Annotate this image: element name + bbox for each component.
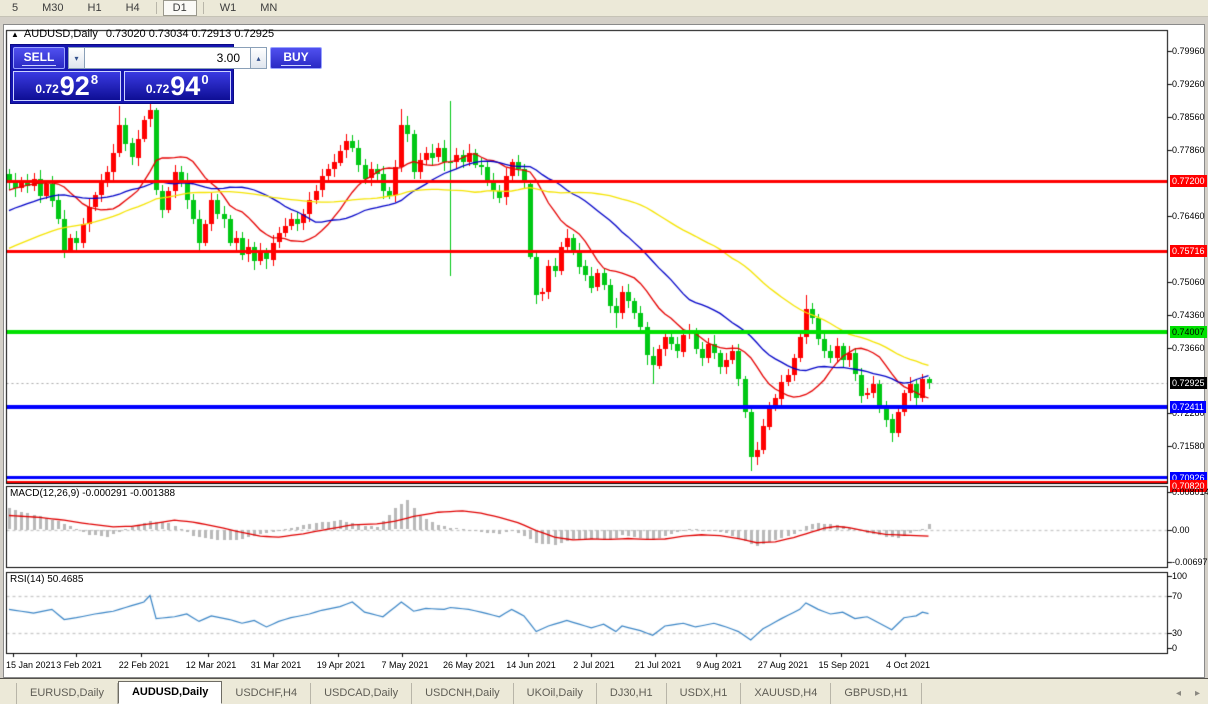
date-axis[interactable]: 15 Jan 2021 3 Feb 2021 22 Feb 2021 12 Mar 2… [4,658,1168,674]
buy-price-box[interactable]: 0.72 94 0 [123,71,231,101]
collapse-arrow-icon[interactable]: ▲ [11,30,19,39]
date-tick-label: 9 Aug 2021 [696,660,742,670]
tab-audusd-daily[interactable]: AUDUSD,Daily [117,681,223,704]
price-chart-canvas[interactable] [4,25,1204,677]
rsi-indicator-label: RSI(14) 50.4685 [10,574,84,585]
buy-price-pip: 0 [201,72,209,87]
date-tick-label: 4 Oct 2021 [885,660,931,670]
price-level-label: 0.77200 [1170,175,1207,187]
price-level-label: 0.75716 [1170,245,1207,257]
date-tick-label: 3 Feb 2021 [56,660,102,670]
date-tick-label: 22 Feb 2021 [118,660,170,670]
price-axis[interactable]: 0.79960 0.79260 0.78560 0.77860 0.76460 0.750… [1170,25,1208,679]
tab-ukoil-daily[interactable]: UKOil,Daily [514,683,597,704]
volume-increase-button[interactable]: ▴ [250,47,267,69]
tf-button-5[interactable]: 5 [2,0,28,16]
sell-price-box[interactable]: 0.72 92 8 [13,71,121,101]
sell-price-prefix: 0.72 [35,82,59,96]
chart-tab-bar: EURUSD,Daily AUDUSD,Daily USDCHF,H4 USDCAD,… [0,678,1208,704]
tf-button-h4[interactable]: H4 [116,0,150,16]
toolbar-separator [155,2,157,14]
tab-dj30-h1[interactable]: DJ30,H1 [597,683,667,704]
tab-scrollers: ◂ ▸ [1176,688,1200,699]
price-tick-label: 0.73660 [1172,343,1205,353]
macd-axis-label: 0.008014 [1172,487,1208,497]
tab-scroll-left-icon[interactable]: ◂ [1176,688,1181,699]
tab-usdx-h1[interactable]: USDX,H1 [667,683,742,704]
timeframe-toolbar: 5 M30 H1 H4 D1 W1 MN [0,0,1208,17]
date-tick-label: 7 May 2021 [381,660,429,670]
chevron-up-icon: ▴ [256,53,261,63]
volume-input[interactable] [85,47,250,69]
date-tick-label: 31 Mar 2021 [250,660,302,670]
date-tick-label: 21 Jul 2021 [634,660,682,670]
sell-button[interactable]: SELL [13,47,65,69]
tab-eurusd-daily[interactable]: EURUSD,Daily [16,683,118,704]
date-tick-label: 2 Jul 2021 [573,660,615,670]
date-tick-label: 15 Sep 2021 [818,660,870,670]
tab-gbpusd-h1[interactable]: GBPUSD,H1 [831,683,922,704]
tf-button-d1[interactable]: D1 [162,0,197,16]
chevron-down-icon: ▾ [74,53,79,63]
macd-axis-label: 0.00 [1172,525,1190,535]
date-tick-label: 26 May 2021 [442,660,496,670]
date-tick-label: 27 Aug 2021 [757,660,809,670]
tab-usdcnh-daily[interactable]: USDCNH,Daily [412,683,514,704]
date-tick-label: 12 Mar 2021 [185,660,237,670]
mt4-terminal: 5 M30 H1 H4 D1 W1 MN ▲ AUDUSD,Daily 0.73020 0.73… [0,0,1208,704]
buy-price-prefix: 0.72 [145,82,170,96]
price-tick-label: 0.77860 [1172,145,1205,155]
price-tick-label: 0.79260 [1172,79,1205,89]
buy-price-main: 94 [170,71,201,101]
price-level-label: 0.72411 [1170,401,1206,413]
tf-button-h1[interactable]: H1 [78,0,112,16]
tab-xauusd-h4[interactable]: XAUUSD,H4 [741,683,832,704]
tab-usdcad-daily[interactable]: USDCAD,Daily [311,683,413,704]
tf-button-w1[interactable]: W1 [210,0,247,16]
tf-button-mn[interactable]: MN [250,0,287,16]
date-tick-label: 14 Jun 2021 [506,660,556,670]
date-tick-label: 15 Jan 2021 [6,660,56,670]
sell-price-pip: 8 [90,72,99,87]
rsi-axis-label: 70 [1172,591,1183,601]
symbol-label: AUDUSD,Daily [23,28,98,40]
rsi-axis-label: 0 [1172,643,1178,653]
price-tick-label: 0.76460 [1172,211,1205,221]
tab-scroll-right-icon[interactable]: ▸ [1195,688,1200,699]
rsi-axis-label: 30 [1172,628,1183,638]
rsi-axis-label: 100 [1172,571,1188,581]
chart-quote-title: ▲ AUDUSD,Daily 0.73020 0.73034 0.72913 0.7… [11,28,274,40]
chart-window: ▲ AUDUSD,Daily 0.73020 0.73034 0.72913 0.7… [3,24,1208,679]
ohlc-values: 0.73020 0.73034 0.72913 0.72925 [105,28,275,40]
price-tick-label: 0.79960 [1172,46,1205,56]
price-tick-label: 0.75060 [1172,277,1205,287]
price-level-label: 0.74007 [1170,326,1207,338]
macd-axis-label: -0.00697 [1172,557,1208,567]
price-tick-label: 0.71580 [1172,441,1205,451]
tab-usdchf-h4[interactable]: USDCHF,H4 [222,683,312,704]
toolbar-separator [202,2,204,14]
price-tick-label: 0.78560 [1172,112,1205,122]
sell-price-main: 92 [59,71,90,101]
price-tick-label: 0.74360 [1172,310,1205,320]
tf-button-m30[interactable]: M30 [32,0,73,16]
buy-button[interactable]: BUY [270,47,322,69]
one-click-trade-panel: SELL ▾ ▴ BUY 0.72928 0.72940 [10,44,322,104]
date-tick-label: 19 Apr 2021 [316,660,366,670]
bid-price-label: 0.72925 [1170,377,1207,389]
macd-indicator-label: MACD(12,26,9) -0.000291 -0.001388 [10,488,176,499]
volume-decrease-button[interactable]: ▾ [68,47,85,69]
